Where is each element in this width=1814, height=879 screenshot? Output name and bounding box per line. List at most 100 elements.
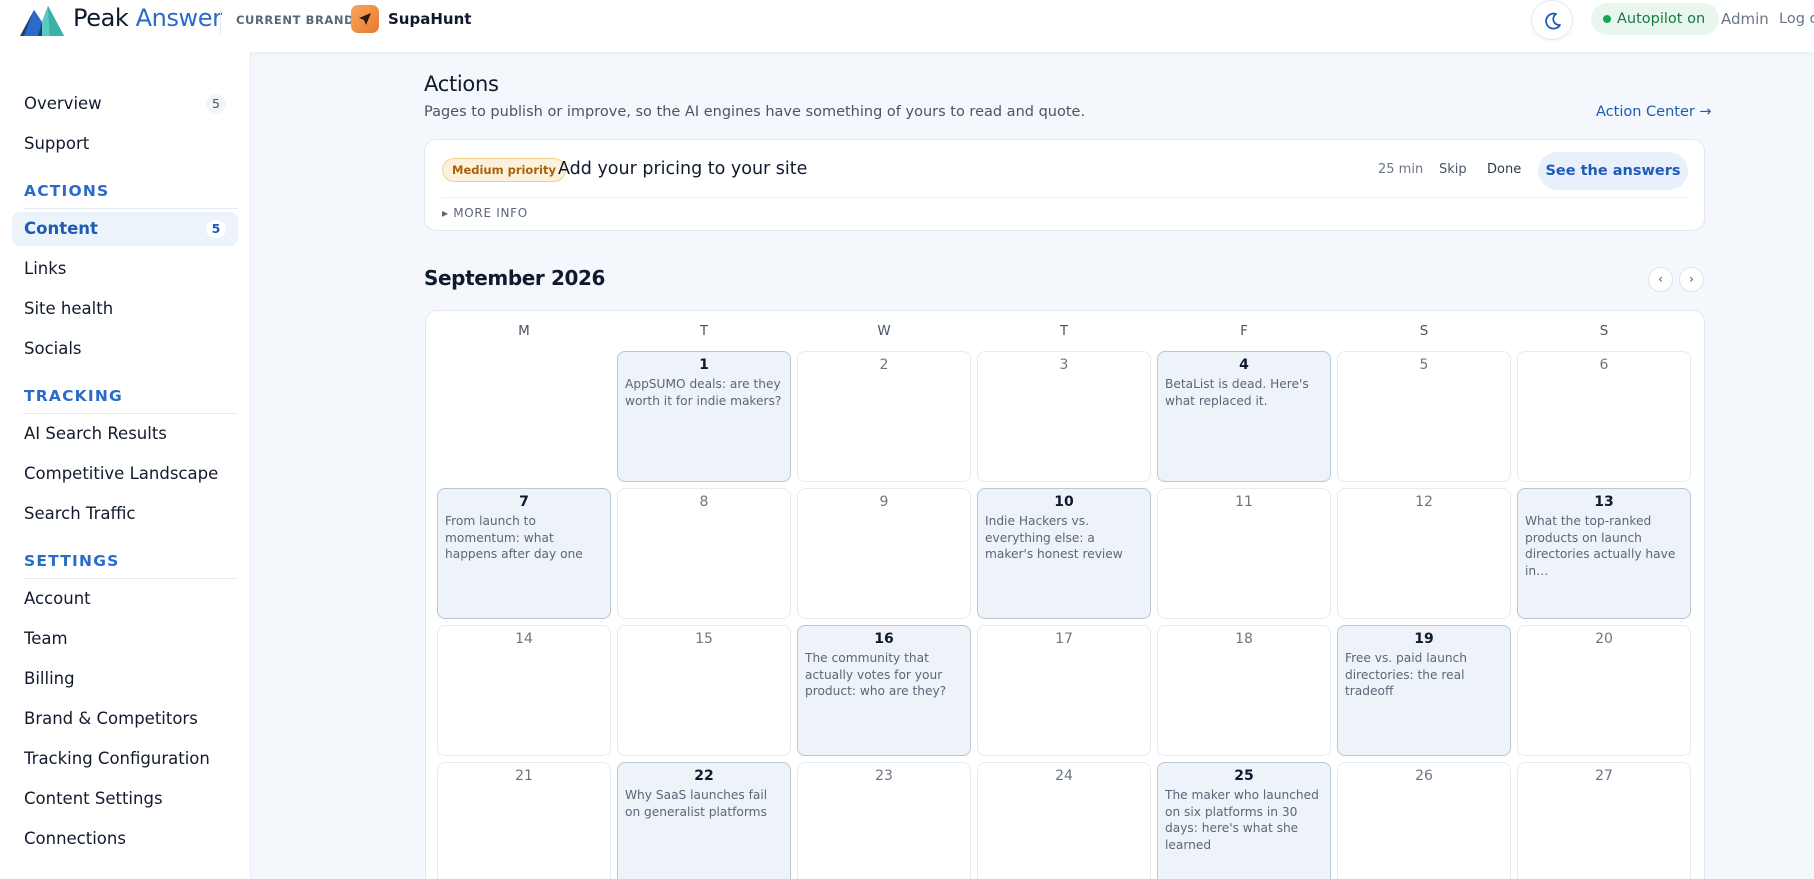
calendar-day-cell-with-post[interactable]: 16 The community that actually votes for …	[797, 625, 971, 756]
calendar-day-cell-with-post[interactable]: 10 Indie Hackers vs. everything else: a m…	[977, 488, 1151, 619]
sidebar-count-badge: 5	[206, 95, 226, 113]
paper-plane-icon	[359, 13, 371, 25]
sidebar-item-connections[interactable]: Connections	[12, 822, 238, 856]
calendar-day-cell[interactable]: 15	[617, 625, 791, 756]
calendar-day-number: 4	[1239, 357, 1249, 373]
calendar-day-cell-with-post[interactable]: 25 The maker who launched on six platform…	[1157, 762, 1331, 879]
calendar-day-cell[interactable]: 3	[977, 351, 1151, 482]
calendar-day-cell[interactable]: 12	[1337, 488, 1511, 619]
brand-avatar[interactable]	[351, 5, 379, 33]
calendar-day-cell[interactable]: 26	[1337, 762, 1511, 879]
calendar-day-number: 12	[1415, 494, 1433, 510]
calendar-day-cell[interactable]: 23	[797, 762, 971, 879]
scheduled-post-title[interactable]: From launch to momentum: what happens af…	[445, 513, 605, 563]
calendar-day-number: 17	[1055, 631, 1073, 647]
calendar-day-cell-with-post[interactable]: 1 AppSUMO deals: are they worth it for in…	[617, 351, 791, 482]
sidebar-item-account[interactable]: Account	[12, 582, 238, 616]
section-title-tracking: TRACKING	[24, 387, 238, 414]
sidebar-item-support[interactable]: Support	[12, 127, 238, 161]
moon-icon	[1545, 12, 1561, 30]
task-divider	[442, 197, 1688, 198]
calendar-day-cell-with-post[interactable]: 7 From launch to momentum: what happens a…	[437, 488, 611, 619]
sidebar-item-socials[interactable]: Socials	[12, 332, 238, 366]
scheduled-post-title[interactable]: BetaList is dead. Here's what replaced i…	[1165, 376, 1325, 409]
calendar-day-cell[interactable]: 9	[797, 488, 971, 619]
section-title-actions: ACTIONS	[24, 182, 238, 209]
current-brand-label: CURRENT BRAND	[236, 13, 355, 27]
weekday-header: M	[518, 323, 530, 339]
sidebar-item-content[interactable]: Content 5	[12, 212, 238, 246]
scheduled-post-title[interactable]: The maker who launched on six platforms …	[1165, 787, 1325, 853]
status-dot-icon	[1603, 15, 1611, 23]
sidebar-item-content-settings[interactable]: Content Settings	[12, 782, 238, 816]
calendar-day-cell[interactable]: 18	[1157, 625, 1331, 756]
sidebar-item-links[interactable]: Links	[12, 252, 238, 286]
calendar-day-cell[interactable]: 24	[977, 762, 1151, 879]
calendar-day-cell[interactable]: 6	[1517, 351, 1691, 482]
calendar-day-number: 19	[1414, 631, 1434, 647]
scheduled-post-title[interactable]: What the top-ranked products on launch d…	[1525, 513, 1685, 579]
sidebar-item-label: Site health	[24, 299, 114, 318]
weekday-header: S	[1419, 323, 1429, 339]
calendar-day-cell[interactable]: 5	[1337, 351, 1511, 482]
calendar-day-cell[interactable]: 27	[1517, 762, 1691, 879]
calendar-day-number: 14	[515, 631, 533, 647]
scheduled-post-title[interactable]: Free vs. paid launch directories: the re…	[1345, 650, 1505, 700]
logo-text-answer: Answer	[135, 4, 222, 32]
calendar-day-cell-with-post[interactable]: 13 What the top-ranked products on launch…	[1517, 488, 1691, 619]
sidebar-item-team[interactable]: Team	[12, 622, 238, 656]
sidebar-item-brand-competitors[interactable]: Brand & Competitors	[12, 702, 238, 736]
scheduled-post-title[interactable]: AppSUMO deals: are they worth it for ind…	[625, 376, 785, 409]
calendar-day-cell[interactable]: 8	[617, 488, 791, 619]
calendar-day-cell[interactable]: 21	[437, 762, 611, 879]
scheduled-post-title[interactable]: The community that actually votes for yo…	[805, 650, 965, 700]
sidebar-item-label: Search Traffic	[24, 504, 136, 523]
weekday-header: S	[1599, 323, 1609, 339]
calendar-day-number: 8	[699, 494, 709, 510]
section-title-settings: SETTINGS	[24, 552, 238, 579]
task-title[interactable]: Add your pricing to your site	[558, 159, 807, 179]
calendar-day-cell[interactable]: 11	[1157, 488, 1331, 619]
more-info-toggle[interactable]: ▸ MORE INFO	[442, 206, 528, 220]
admin-link[interactable]: Admin	[1721, 10, 1769, 28]
done-button[interactable]: Done	[1487, 162, 1521, 177]
calendar-day-cell[interactable]: 2	[797, 351, 971, 482]
sidebar-item-site-health[interactable]: Site health	[12, 292, 238, 326]
theme-toggle-button[interactable]	[1531, 0, 1573, 40]
page-subtitle: Pages to publish or improve, so the AI e…	[424, 104, 1086, 120]
calendar-day-number: 15	[695, 631, 713, 647]
sidebar-item-label: Brand & Competitors	[24, 709, 198, 728]
brand-name[interactable]: SupaHunt	[388, 10, 471, 28]
logo-wordmark[interactable]: Peak Answer	[73, 4, 222, 32]
logout-link[interactable]: Log out	[1779, 11, 1814, 27]
sidebar-item-label: Tracking Configuration	[24, 749, 210, 768]
scheduled-post-title[interactable]: Indie Hackers vs. everything else: a mak…	[985, 513, 1145, 563]
autopilot-status-badge[interactable]: Autopilot on	[1591, 3, 1720, 35]
sidebar-item-label: Team	[24, 629, 68, 648]
sidebar-item-search-traffic[interactable]: Search Traffic	[12, 497, 238, 531]
sidebar-item-ai-search-results[interactable]: AI Search Results	[12, 417, 238, 451]
calendar-day-number: 3	[1059, 357, 1069, 373]
calendar-next-button[interactable]: ›	[1679, 267, 1704, 292]
calendar-day-cell[interactable]: 14	[437, 625, 611, 756]
calendar-day-cell-with-post[interactable]: 22 Why SaaS launches fail on generalist p…	[617, 762, 791, 879]
sidebar-item-label: Connections	[24, 829, 126, 848]
sidebar-item-label: AI Search Results	[24, 424, 167, 443]
action-center-link[interactable]: Action Center →	[1596, 104, 1712, 120]
calendar-prev-button[interactable]: ‹	[1648, 267, 1673, 292]
calendar-day-number: 11	[1235, 494, 1253, 510]
calendar-day-cell-with-post[interactable]: 19 Free vs. paid launch directories: the …	[1337, 625, 1511, 756]
sidebar-item-competitive-landscape[interactable]: Competitive Landscape	[12, 457, 238, 491]
action-task-card: Medium priority Add your pricing to your…	[424, 139, 1705, 231]
peak-answer-logo-icon[interactable]	[20, 4, 64, 36]
sidebar-item-label: Overview	[24, 94, 102, 113]
sidebar-item-billing[interactable]: Billing	[12, 662, 238, 696]
see-answers-button[interactable]: See the answers	[1538, 152, 1688, 190]
sidebar-item-overview[interactable]: Overview 5	[12, 87, 238, 121]
sidebar-item-tracking-configuration[interactable]: Tracking Configuration	[12, 742, 238, 776]
skip-button[interactable]: Skip	[1439, 162, 1467, 177]
calendar-day-cell[interactable]: 17	[977, 625, 1151, 756]
calendar-day-cell[interactable]: 20	[1517, 625, 1691, 756]
scheduled-post-title[interactable]: Why SaaS launches fail on generalist pla…	[625, 787, 785, 820]
calendar-day-cell-with-post[interactable]: 4 BetaList is dead. Here's what replaced …	[1157, 351, 1331, 482]
